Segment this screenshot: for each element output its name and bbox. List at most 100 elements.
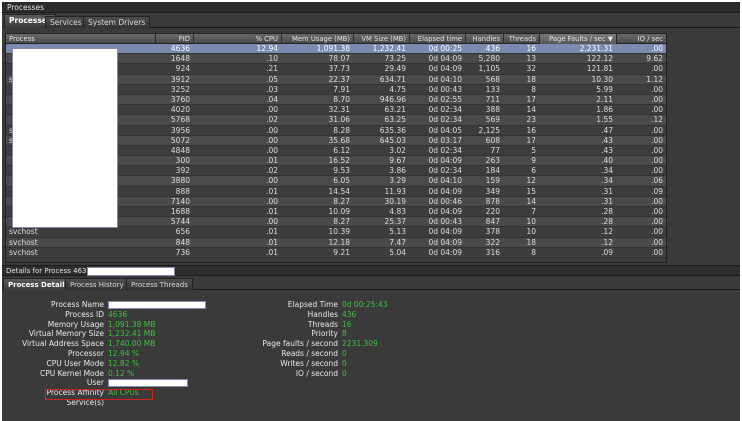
cell-cpu: .00 — [266, 105, 278, 115]
cell-pf: .09 — [601, 247, 613, 257]
tab-system-drivers[interactable]: System Drivers — [83, 16, 151, 28]
cell-mem: 8.27 — [333, 196, 350, 206]
cell-threads: 16 — [526, 125, 536, 135]
cell-elapsed: 0d 00:43 — [428, 217, 462, 227]
cell-elapsed: 0d 04:09 — [428, 227, 462, 237]
cell-cpu: .02 — [266, 166, 278, 176]
cell-pid: 3760 — [170, 94, 190, 104]
cell-pf: .28 — [601, 217, 613, 227]
cell-handles: 184 — [485, 166, 500, 176]
tab-process-threads[interactable]: Process Threads — [126, 278, 193, 290]
cell-mem: 9.21 — [333, 247, 350, 257]
cell-elapsed: 0d 02:34 — [428, 145, 462, 155]
cell-elapsed: 0d 04:09 — [428, 207, 462, 216]
cell-cpu: .02 — [266, 115, 278, 125]
detail-label: Process Name — [51, 300, 104, 309]
cell-pf: 2.11 — [596, 94, 613, 104]
cell-vm: 645.03 — [379, 135, 406, 145]
cell-pf: .43 — [601, 135, 613, 145]
cell-io: .00 — [651, 237, 663, 247]
table-row[interactable]: svchost 656 .01 10.39 5.13 0d 04:09 378 10 .12 .0… — [6, 227, 666, 238]
cell-cpu: .10 — [266, 54, 278, 64]
cell-cpu: .01 — [266, 186, 278, 196]
cell-vm: 73.25 — [384, 54, 406, 64]
cell-pf: .28 — [601, 207, 613, 216]
cell-io: .00 — [651, 166, 663, 176]
sort-descending-icon: ▼ — [607, 35, 613, 43]
cell-io: .00 — [651, 94, 663, 104]
cell-elapsed: 0d 00:43 — [428, 84, 462, 94]
cell-pf: .40 — [601, 156, 613, 166]
detail-label: IO / second — [295, 368, 338, 378]
detail-label: Priority — [311, 329, 338, 339]
detail-label: Virtual Address Space — [22, 339, 104, 349]
tab-services[interactable]: Services — [45, 16, 87, 28]
cell-elapsed: 0d 03:17 — [428, 135, 462, 145]
cell-pid: 5072 — [170, 135, 190, 145]
cell-vm: 7.47 — [389, 237, 406, 247]
cell-vm: 9.67 — [389, 156, 406, 166]
cell-handles: 220 — [485, 207, 500, 216]
column-header-io[interactable]: IO / sec — [617, 34, 666, 44]
cell-pid: 4848 — [170, 145, 190, 155]
column-header-elapsed-time[interactable]: Elapsed time — [410, 34, 466, 44]
cell-cpu: .03 — [266, 84, 278, 94]
cell-pf: .31 — [601, 196, 613, 206]
cell-threads: 9 — [531, 156, 536, 166]
column-header-mem-usage[interactable]: Mem Usage (MB) — [282, 34, 354, 44]
detail-label: CPU User Mode — [46, 358, 104, 368]
cell-pf: 2,231.31 — [579, 44, 613, 53]
cell-handles: 878 — [485, 196, 500, 206]
cell-cpu: .00 — [266, 125, 278, 135]
detail-value: 1,740.00 MB — [108, 339, 156, 349]
cell-name: svchost — [9, 227, 38, 237]
cell-cpu: .01 — [266, 156, 278, 166]
cell-threads: 16 — [526, 44, 536, 53]
column-header-pid[interactable]: PID — [156, 34, 194, 44]
cell-io: .00 — [651, 64, 663, 74]
cell-pid: 5768 — [170, 115, 190, 125]
cell-elapsed: 0d 02:34 — [428, 105, 462, 115]
cell-elapsed: 0d 04:09 — [428, 247, 462, 257]
cell-mem: 16.52 — [328, 156, 350, 166]
column-header-cpu[interactable]: % CPU — [194, 34, 282, 44]
process-affinity-highlight — [45, 389, 153, 400]
cell-threads: 18 — [526, 74, 536, 84]
cell-mem: 8.27 — [333, 217, 350, 227]
column-header-vm-size[interactable]: VM Size (MB) — [354, 34, 410, 44]
cell-mem: 6.05 — [333, 176, 350, 186]
detail-value: 0 — [342, 358, 347, 368]
detail-label: Virtual Memory Size — [28, 329, 104, 339]
cell-cpu: 12.94 — [256, 44, 278, 53]
cell-threads: 8 — [531, 247, 536, 257]
cell-pid: 3252 — [170, 84, 190, 94]
table-row[interactable]: svchost 848 .01 12.18 7.47 0d 04:09 322 18 .12 .0… — [6, 237, 666, 248]
cell-vm: 946.96 — [379, 94, 406, 104]
cell-threads: 13 — [526, 54, 536, 64]
cell-io: .12 — [651, 115, 663, 125]
cell-io: .00 — [651, 145, 663, 155]
cell-io: .09 — [651, 186, 663, 196]
cell-cpu: .00 — [266, 135, 278, 145]
cell-pid: 736 — [175, 247, 190, 257]
cell-pid: 3912 — [170, 74, 190, 84]
cell-mem: 37.73 — [328, 64, 350, 74]
tab-process-details[interactable]: Process Details — [3, 278, 74, 290]
column-header-handles[interactable]: Handles — [466, 34, 504, 44]
cell-cpu: .21 — [266, 64, 278, 74]
cell-threads: 17 — [526, 94, 536, 104]
column-header-page-faults[interactable]: Page Faults / sec ▼ — [540, 34, 617, 44]
table-row[interactable]: svchost 736 .01 9.21 5.04 0d 04:09 316 8 .09 .00 — [6, 247, 666, 258]
cell-handles: 322 — [485, 237, 500, 247]
tab-process-history[interactable]: Process History — [65, 278, 129, 290]
details-tabs: Process Details Process History Process … — [2, 277, 740, 290]
column-header-threads[interactable]: Threads — [504, 34, 540, 44]
cell-handles: 349 — [485, 186, 500, 196]
cell-cpu: .05 — [266, 74, 278, 84]
column-header-process[interactable]: Process — [6, 34, 156, 44]
detail-value: 2231.309 — [342, 339, 378, 349]
cell-threads: 10 — [526, 217, 536, 227]
process-monitor-window: Processes Processes Services System Driv… — [2, 2, 740, 421]
cell-handles: 388 — [485, 105, 500, 115]
cell-threads: 15 — [526, 186, 536, 196]
